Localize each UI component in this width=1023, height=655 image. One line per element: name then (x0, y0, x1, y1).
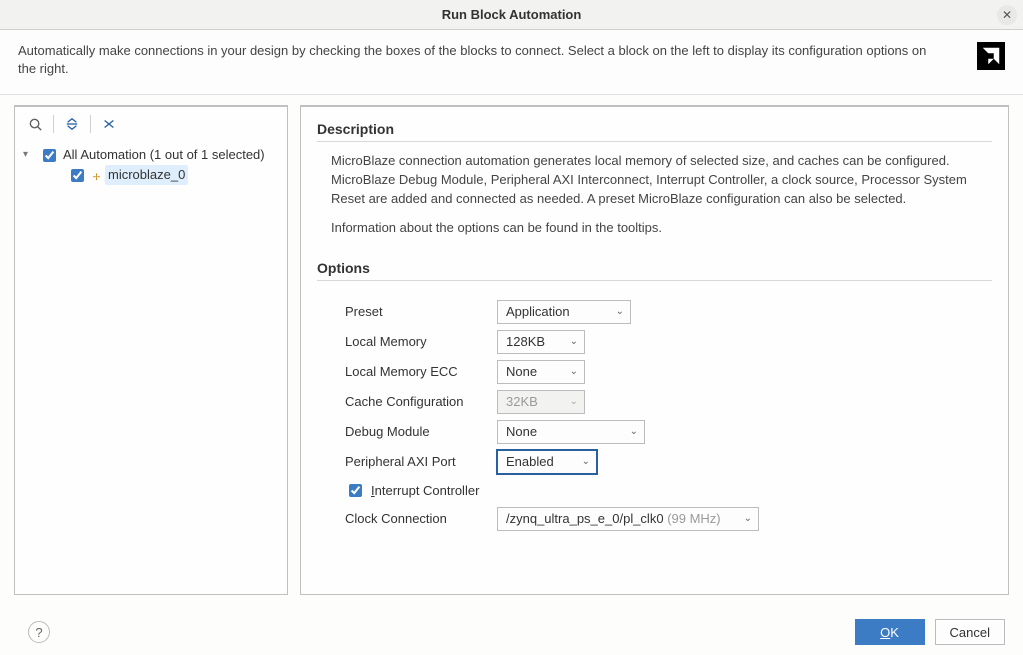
cancel-button[interactable]: Cancel (935, 619, 1005, 645)
preset-combo[interactable]: Application ⌄ (497, 300, 631, 324)
clock-connection-label: Clock Connection (345, 511, 497, 526)
chevron-down-icon: ⌄ (744, 513, 752, 524)
ok-label: OK (880, 625, 899, 640)
help-button[interactable]: ? (28, 621, 50, 643)
tree-child-label: microblaze_0 (105, 165, 188, 185)
peripheral-axi-combo[interactable]: Enabled ⌄ (497, 450, 597, 474)
section-rule (317, 280, 992, 281)
chevron-down-icon: ⌄ (630, 426, 638, 437)
cache-config-label: Cache Configuration (345, 394, 497, 409)
automation-tree: ▾ All Automation (1 out of 1 selected) ⧾… (15, 141, 287, 189)
toolbar-separator (90, 115, 91, 133)
option-row-preset: Preset Application ⌄ (345, 297, 992, 327)
description-para-2: Information about the options can be fou… (331, 219, 992, 238)
amd-logo-icon (980, 45, 1002, 67)
tree-root-row[interactable]: ▾ All Automation (1 out of 1 selected) (19, 145, 283, 165)
expand-all-icon (102, 117, 116, 131)
ok-button[interactable]: OK (855, 619, 925, 645)
toolbar-separator (53, 115, 54, 133)
option-row-local-memory: Local Memory 128KB ⌄ (345, 327, 992, 357)
main-area: ▾ All Automation (1 out of 1 selected) ⧾… (0, 95, 1023, 595)
description-body: MicroBlaze connection automation generat… (317, 152, 992, 259)
option-row-local-memory-ecc: Local Memory ECC None ⌄ (345, 357, 992, 387)
header: Automatically make connections in your d… (0, 30, 1023, 95)
search-icon (28, 117, 43, 132)
clock-connection-combo[interactable]: /zynq_ultra_ps_e_0/pl_clk0 (99 MHz) ⌄ (497, 507, 759, 531)
option-row-interrupt-controller: Interrupt Controller (345, 477, 992, 504)
options-body: Preset Application ⌄ Local Memory 128KB … (317, 291, 992, 534)
tree-child-row[interactable]: ⧾ microblaze_0 (19, 165, 283, 185)
button-row: OK Cancel (855, 619, 1005, 645)
child-checkbox[interactable] (71, 169, 84, 182)
option-row-clock-connection: Clock Connection /zynq_ultra_ps_e_0/pl_c… (345, 504, 992, 534)
preset-label: Preset (345, 304, 497, 319)
local-memory-value: 128KB (506, 334, 545, 349)
header-description: Automatically make connections in your d… (18, 42, 938, 78)
ip-block-icon: ⧾ (93, 165, 100, 185)
debug-module-label: Debug Module (345, 424, 497, 439)
peripheral-axi-label: Peripheral AXI Port (345, 454, 497, 469)
left-panel: ▾ All Automation (1 out of 1 selected) ⧾… (14, 105, 288, 595)
root-checkbox[interactable] (43, 149, 56, 162)
option-row-peripheral-axi: Peripheral AXI Port Enabled ⌄ (345, 447, 992, 477)
interrupt-controller-label: Interrupt Controller (371, 483, 479, 498)
cancel-label: Cancel (950, 625, 990, 640)
clock-connection-value: /zynq_ultra_ps_e_0/pl_clk0 (99 MHz) (506, 511, 721, 526)
window-title: Run Block Automation (442, 7, 582, 22)
help-icon: ? (35, 625, 42, 640)
right-panel: Description MicroBlaze connection automa… (300, 105, 1009, 595)
local-memory-combo[interactable]: 128KB ⌄ (497, 330, 585, 354)
title-bar: Run Block Automation ✕ (0, 0, 1023, 30)
option-row-debug-module: Debug Module None ⌄ (345, 417, 992, 447)
chevron-down-icon: ⌄ (570, 336, 578, 347)
chevron-down-icon: ⌄ (570, 366, 578, 377)
option-row-cache-config: Cache Configuration 32KB ⌄ (345, 387, 992, 417)
cache-config-value: 32KB (506, 394, 538, 409)
close-button[interactable]: ✕ (997, 5, 1017, 25)
chevron-down-icon: ⌄ (616, 306, 624, 317)
description-para-1: MicroBlaze connection automation generat… (331, 152, 992, 209)
local-memory-ecc-value: None (506, 364, 537, 379)
local-memory-ecc-combo[interactable]: None ⌄ (497, 360, 585, 384)
debug-module-combo[interactable]: None ⌄ (497, 420, 645, 444)
local-memory-ecc-label: Local Memory ECC (345, 364, 497, 379)
collapse-all-button[interactable] (58, 110, 86, 138)
options-heading: Options (317, 260, 992, 276)
interrupt-controller-checkbox[interactable] (349, 484, 362, 497)
amd-logo (977, 42, 1005, 70)
expand-all-button[interactable] (95, 110, 123, 138)
debug-module-value: None (506, 424, 537, 439)
tree-root-label: All Automation (1 out of 1 selected) (63, 145, 265, 165)
cache-config-combo: 32KB ⌄ (497, 390, 585, 414)
section-rule (317, 141, 992, 142)
chevron-down-icon: ⌄ (570, 396, 578, 407)
footer: ? OK Cancel (0, 619, 1023, 645)
collapse-all-icon (65, 117, 79, 131)
description-heading: Description (317, 121, 992, 137)
chevron-down-icon: ⌄ (582, 456, 590, 467)
preset-value: Application (506, 304, 570, 319)
local-memory-label: Local Memory (345, 334, 497, 349)
left-toolbar (15, 107, 287, 141)
peripheral-axi-value: Enabled (506, 454, 554, 469)
search-button[interactable] (21, 110, 49, 138)
chevron-down-icon[interactable]: ▾ (23, 145, 35, 165)
close-icon: ✕ (1002, 8, 1012, 22)
